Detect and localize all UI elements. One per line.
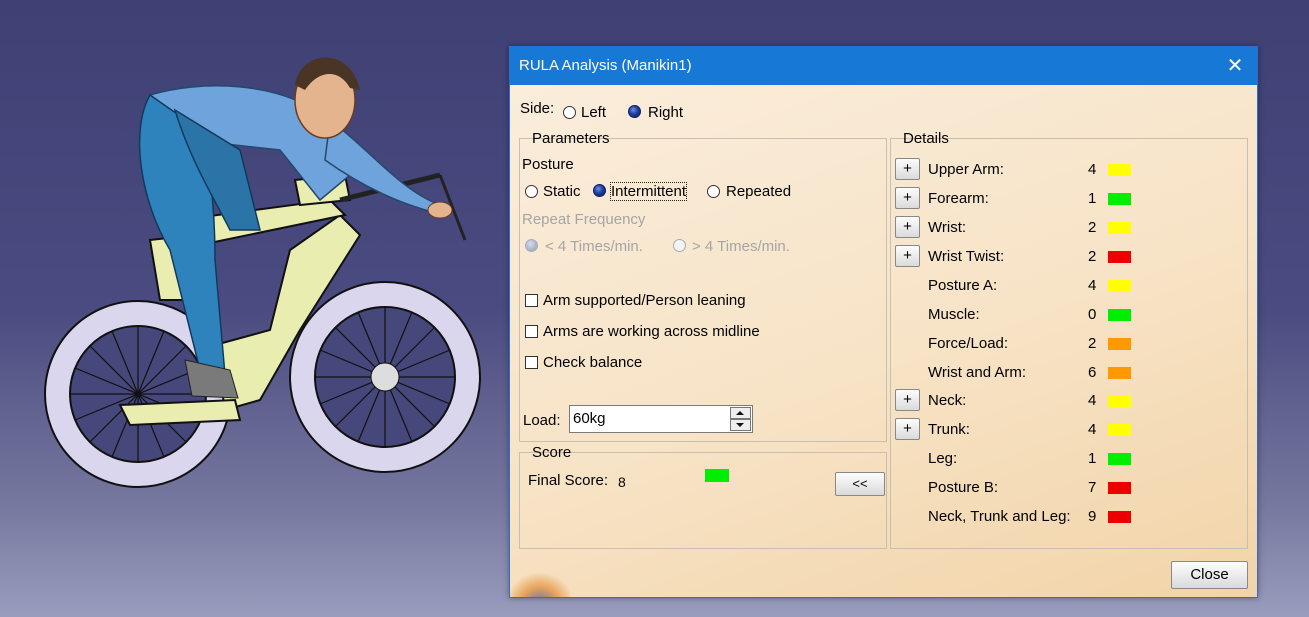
detail-label: Upper Arm: [928, 161, 1004, 178]
check-balance-label[interactable]: Check balance [543, 354, 642, 371]
load-label: Load: [523, 412, 561, 429]
side-label: Side: [520, 100, 555, 117]
load-value[interactable]: 60kg [573, 410, 606, 427]
detail-value: 4 [1088, 392, 1097, 409]
expand-trunk-button[interactable]: + [895, 418, 920, 440]
detail-label: Leg: [928, 450, 958, 467]
expand-wrist-twist-button[interactable]: + [895, 245, 920, 267]
repeat-more-label[interactable]: > 4 Times/min. [692, 238, 790, 255]
load-input[interactable]: 60kg [569, 405, 753, 433]
title-bar: RULA Analysis (Manikin1) ✕ [510, 47, 1257, 85]
parameters-legend: Parameters [532, 130, 610, 147]
manikin-bicycle-scene [44, 57, 481, 488]
detail-label: Posture A: [928, 277, 998, 294]
detail-color-swatch [1108, 367, 1131, 379]
side-left-label[interactable]: Left [581, 104, 606, 121]
detail-color-swatch [1108, 309, 1131, 321]
repeat-less-label[interactable]: < 4 Times/min. [545, 238, 643, 255]
arms-midline-checkbox[interactable] [525, 325, 538, 338]
detail-label: Wrist Twist: [928, 248, 1005, 265]
expand-forearm-button[interactable]: + [895, 187, 920, 209]
side-right-label[interactable]: Right [648, 104, 683, 121]
posture-label: Posture [522, 156, 574, 173]
detail-color-swatch [1108, 193, 1131, 205]
final-score-color-swatch [705, 469, 729, 482]
detail-value: 9 [1088, 508, 1097, 525]
score-legend: Score [532, 444, 572, 461]
detail-color-swatch [1108, 482, 1131, 494]
load-spin-down-icon[interactable] [730, 419, 751, 431]
posture-intermittent-label[interactable]: Intermittent [609, 182, 688, 201]
posture-static-radio[interactable] [525, 185, 538, 198]
side-right-radio[interactable] [628, 105, 641, 118]
detail-label: Neck: [928, 392, 967, 409]
detail-value: 0 [1088, 306, 1097, 323]
detail-value: 4 [1088, 277, 1097, 294]
detail-value: 7 [1088, 479, 1097, 496]
check-balance-checkbox[interactable] [525, 356, 538, 369]
detail-label: Muscle: [928, 306, 980, 323]
detail-value: 1 [1088, 450, 1097, 467]
detail-label: Wrist and Arm: [928, 364, 1027, 381]
final-score-value: 8 [618, 474, 626, 490]
detail-label: Neck, Trunk and Leg: [928, 508, 1071, 525]
detail-label: Forearm: [928, 190, 989, 207]
expand-wrist-button[interactable]: + [895, 216, 920, 238]
app-logo-icon [510, 567, 570, 597]
detail-color-swatch [1108, 424, 1131, 436]
repeat-frequency-label: Repeat Frequency [522, 211, 646, 228]
arm-supported-label[interactable]: Arm supported/Person leaning [543, 292, 746, 309]
detail-color-swatch [1108, 338, 1131, 350]
detail-color-swatch [1108, 251, 1131, 263]
posture-static-label[interactable]: Static [543, 183, 581, 200]
detail-value: 2 [1088, 219, 1097, 236]
score-group [519, 452, 887, 549]
detail-color-swatch [1108, 280, 1131, 292]
load-spin-up-icon[interactable] [730, 407, 751, 419]
posture-intermittent-radio[interactable] [593, 184, 606, 197]
detail-value: 2 [1088, 335, 1097, 352]
close-button[interactable]: Close [1171, 561, 1248, 589]
detail-value: 6 [1088, 364, 1097, 381]
expand-upper-arm-button[interactable]: + [895, 158, 920, 180]
detail-label: Force/Load: [928, 335, 1009, 352]
detail-value: 4 [1088, 161, 1097, 178]
detail-color-swatch [1108, 164, 1131, 176]
front-wheel [289, 281, 481, 473]
detail-value: 2 [1088, 248, 1097, 265]
detail-color-swatch [1108, 395, 1131, 407]
arms-midline-label[interactable]: Arms are working across midline [543, 323, 760, 340]
final-score-label: Final Score: [528, 472, 609, 489]
detail-label: Trunk: [928, 421, 970, 438]
expand-neck-button[interactable]: + [895, 389, 920, 411]
detail-color-swatch [1108, 222, 1131, 234]
detail-value: 1 [1088, 190, 1097, 207]
dialog-title: RULA Analysis (Manikin1) [519, 57, 692, 74]
collapse-details-button[interactable]: << [835, 472, 885, 496]
rula-analysis-dialog: RULA Analysis (Manikin1) ✕ Side: Left Ri… [509, 46, 1258, 598]
arm-supported-checkbox[interactable] [525, 294, 538, 307]
close-icon[interactable]: ✕ [1213, 47, 1257, 85]
posture-repeated-label[interactable]: Repeated [726, 183, 791, 200]
detail-color-swatch [1108, 511, 1131, 523]
details-legend: Details [903, 130, 949, 147]
detail-value: 4 [1088, 421, 1097, 438]
detail-label: Wrist: [928, 219, 967, 236]
side-left-radio[interactable] [563, 106, 576, 119]
detail-color-swatch [1108, 453, 1131, 465]
repeat-more-radio[interactable] [673, 239, 686, 252]
repeat-less-radio[interactable] [525, 239, 538, 252]
detail-label: Posture B: [928, 479, 999, 496]
posture-repeated-radio[interactable] [707, 185, 720, 198]
